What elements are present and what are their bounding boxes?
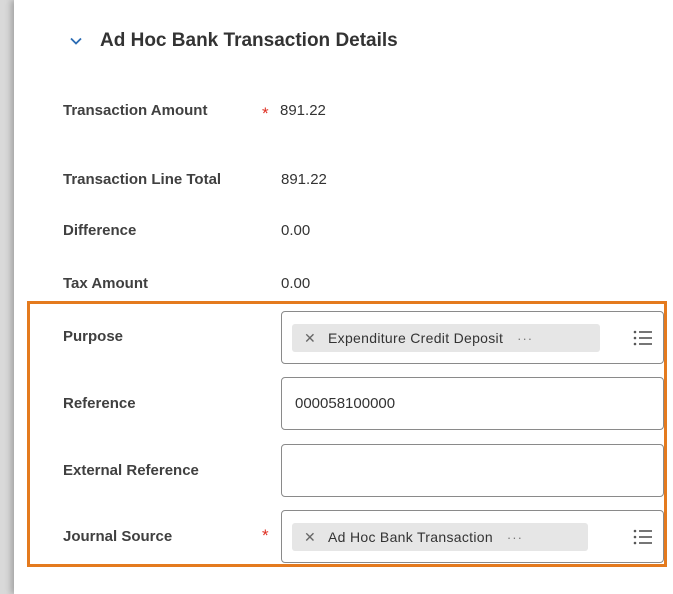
- difference-value: 0.00: [281, 222, 311, 239]
- line-total-value: 891.22: [281, 171, 327, 188]
- required-marker: *: [262, 526, 269, 545]
- journal-source-row: Journal Source: [63, 528, 172, 545]
- more-icon[interactable]: ···: [517, 331, 533, 346]
- purpose-pill-text: Expenditure Credit Deposit: [328, 330, 504, 346]
- tax-amount-row: Tax Amount: [63, 275, 148, 292]
- transaction-amount-value: 891.22: [280, 102, 326, 119]
- chevron-down-icon[interactable]: [68, 33, 84, 49]
- section-header[interactable]: Ad Hoc Bank Transaction Details: [68, 30, 398, 52]
- difference-row: Difference: [63, 222, 136, 239]
- external-reference-row: External Reference: [63, 462, 199, 479]
- reference-label: Reference: [63, 395, 136, 412]
- line-total-label: Transaction Line Total: [63, 171, 222, 188]
- journal-source-pill[interactable]: ✕ Ad Hoc Bank Transaction ···: [292, 523, 588, 551]
- line-total-row: Transaction Line Total: [63, 171, 221, 188]
- remove-icon[interactable]: ✕: [304, 330, 316, 347]
- tax-amount-value: 0.00: [281, 275, 311, 292]
- more-icon[interactable]: ···: [507, 530, 523, 545]
- section-title: Ad Hoc Bank Transaction Details: [100, 30, 398, 51]
- tax-amount-label: Tax Amount: [63, 275, 148, 292]
- external-reference-input[interactable]: [281, 444, 664, 497]
- purpose-row: Purpose: [63, 328, 123, 345]
- transaction-amount-label: Transaction Amount: [63, 102, 208, 119]
- purpose-label: Purpose: [63, 328, 124, 345]
- journal-source-field[interactable]: ✕ Ad Hoc Bank Transaction ···: [281, 510, 664, 563]
- reference-input[interactable]: 000058100000: [281, 377, 664, 430]
- external-reference-label: External Reference: [63, 462, 199, 479]
- purpose-pill[interactable]: ✕ Expenditure Credit Deposit ···: [292, 324, 600, 352]
- journal-source-pill-text: Ad Hoc Bank Transaction: [328, 529, 493, 545]
- difference-label: Difference: [63, 222, 137, 239]
- journal-source-label: Journal Source: [63, 528, 173, 545]
- required-marker: *: [262, 104, 269, 123]
- list-icon[interactable]: [633, 528, 653, 546]
- transaction-amount-row: Transaction Amount: [63, 102, 207, 119]
- reference-value: 000058100000: [295, 395, 396, 412]
- reference-row: Reference: [63, 395, 136, 412]
- list-icon[interactable]: [633, 329, 653, 347]
- remove-icon[interactable]: ✕: [304, 529, 316, 546]
- purpose-field[interactable]: ✕ Expenditure Credit Deposit ···: [281, 311, 664, 364]
